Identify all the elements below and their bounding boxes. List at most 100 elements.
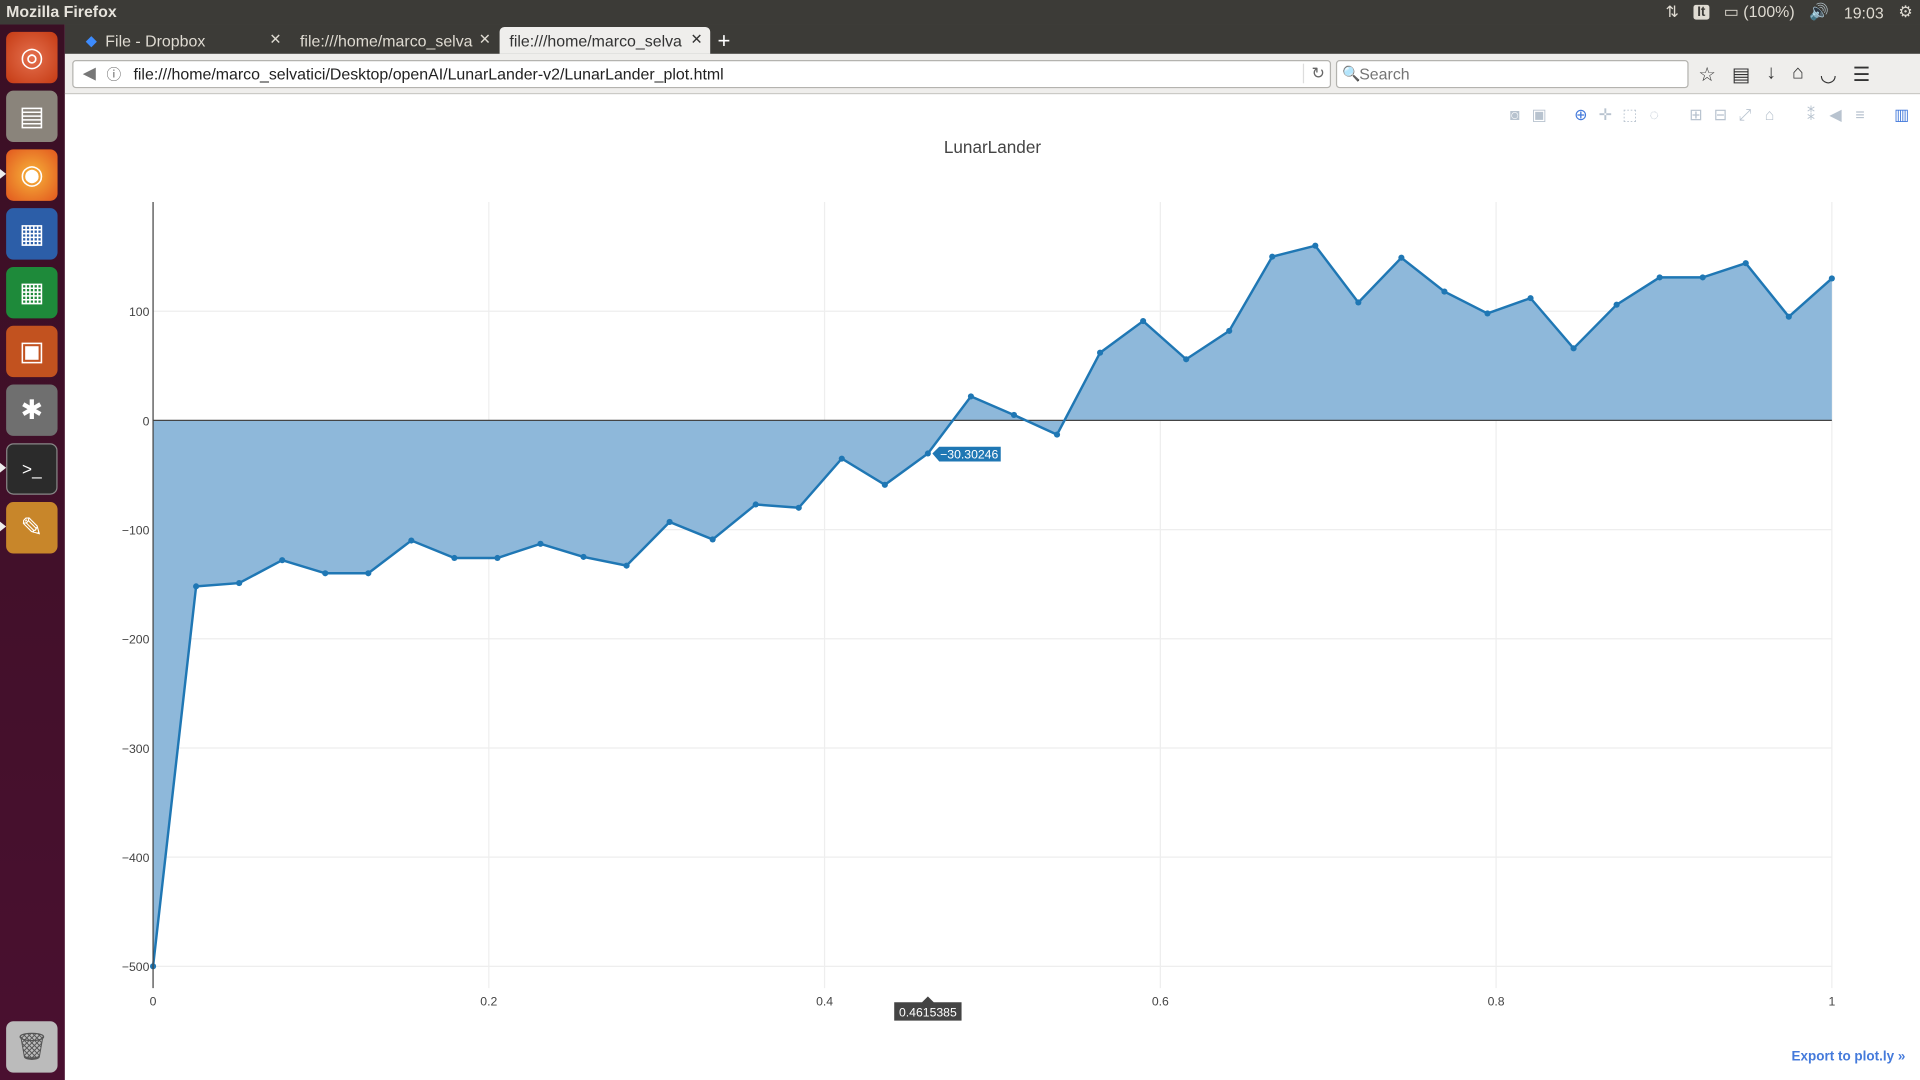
files-icon[interactable]: ▤ <box>6 90 58 143</box>
data-point <box>1613 301 1620 308</box>
y-tick-label: −500 <box>122 960 150 974</box>
tab-dropbox[interactable]: ◆ File - Dropbox ✕ <box>81 27 289 54</box>
data-point <box>1699 274 1706 281</box>
x-tick-label: 0.2 <box>480 994 497 1008</box>
data-point <box>279 557 286 564</box>
clock[interactable]: 19:03 <box>1844 3 1884 21</box>
hover-x-text: 0.4615385 <box>899 1005 957 1019</box>
grid <box>153 202 1833 989</box>
trash-icon[interactable]: 🗑 <box>6 1021 58 1073</box>
data-point <box>1441 288 1448 295</box>
x-tick-label: 1 <box>1828 994 1835 1008</box>
data-point <box>795 504 802 511</box>
reading-list-icon[interactable]: ▤ <box>1732 62 1751 86</box>
menu-icon[interactable]: ☰ <box>1853 62 1871 86</box>
data-point <box>1398 254 1405 261</box>
x-tick-label: 0.4 <box>816 994 833 1008</box>
export-to-plotly-link[interactable]: Export to plot.ly » <box>1792 1049 1906 1064</box>
data-point <box>537 540 544 547</box>
data-point <box>451 554 458 562</box>
x-axis: 0 0.2 0.4 0.6 0.8 1 <box>150 994 1836 1008</box>
volume-icon[interactable]: 🔊 <box>1809 2 1829 22</box>
search-input[interactable] <box>1359 63 1678 85</box>
home-icon[interactable]: ⌂ <box>1792 62 1804 86</box>
new-tab-button[interactable]: + <box>718 28 731 54</box>
keyboard-layout-indicator[interactable]: It <box>1693 4 1710 20</box>
data-point <box>881 481 888 488</box>
calc-icon[interactable]: ▦ <box>6 266 58 319</box>
data-point <box>322 570 329 577</box>
impress-icon[interactable]: ▣ <box>6 325 58 378</box>
bookmark-star-icon[interactable]: ☆ <box>1698 62 1716 86</box>
area-fill <box>153 245 1832 967</box>
reload-icon[interactable]: ↻ <box>1302 63 1325 84</box>
system-settings-icon[interactable]: ✱ <box>6 384 58 436</box>
data-point <box>1053 431 1061 438</box>
tab-bar: ◆ File - Dropbox ✕ file:///home/marco_se… <box>64 24 1920 54</box>
data-point <box>236 580 243 587</box>
tab-file-2[interactable]: file:///home/marco_selva ✕ <box>499 26 711 54</box>
network-icon[interactable]: ⇅ <box>1665 2 1678 22</box>
hover-x-label: 0.4615385 <box>892 994 963 1022</box>
dropbox-icon: ◆ <box>85 31 98 49</box>
data-point <box>1226 327 1233 334</box>
chart-area[interactable]: 0 0.2 0.4 0.6 0.8 1 −500−400−300−200−1000100 … <box>65 94 1920 1025</box>
y-tick-label: −300 <box>122 742 150 756</box>
back-arrow-icon[interactable]: ◀ <box>77 62 101 85</box>
data-point <box>1527 295 1534 302</box>
data-point <box>1140 317 1147 325</box>
tab-label: file:///home/marco_selva <box>509 31 682 50</box>
data-point <box>1656 274 1663 281</box>
tab-label: file:///home/marco_selva <box>300 31 473 50</box>
y-tick-label: 0 <box>143 414 150 428</box>
data-point <box>193 583 200 590</box>
system-top-bar: Mozilla Firefox ⇅ It ▭ (100%) 🔊 19:03 ⚙ <box>0 0 1920 25</box>
window-title: Mozilla Firefox <box>6 2 117 21</box>
data-point <box>709 536 716 543</box>
downloads-icon[interactable]: ↓ <box>1766 62 1776 86</box>
data-point <box>1010 411 1018 419</box>
ubuntu-dash-icon[interactable]: ◎ <box>6 31 58 84</box>
y-tick-label: −100 <box>122 523 150 537</box>
data-point <box>924 450 931 457</box>
writer-icon[interactable]: ▦ <box>6 208 58 260</box>
unity-launcher: ◎ ▤ ◉ ▦ ▦ ▣ ✱ >_ ✎ 🗑 <box>0 24 65 1080</box>
data-point <box>1484 310 1491 317</box>
navigation-bar: ◀ ⓘ file:///home/marco_selvatici/Desktop… <box>64 53 1920 95</box>
battery-icon: ▭ <box>1723 2 1739 21</box>
data-point <box>1742 260 1749 267</box>
tab-label: File - Dropbox <box>105 31 206 50</box>
data-point <box>1570 345 1577 352</box>
data-point <box>408 537 415 544</box>
battery-indicator[interactable]: ▭ (100%) <box>1724 2 1795 22</box>
data-point <box>1785 313 1792 320</box>
search-icon: 🔍 <box>1342 64 1361 83</box>
firefox-icon[interactable]: ◉ <box>6 149 58 201</box>
y-tick-label: 100 <box>129 305 150 319</box>
url-bar[interactable]: ◀ ⓘ file:///home/marco_selvatici/Desktop… <box>72 60 1332 89</box>
data-point <box>623 562 630 569</box>
search-box[interactable]: 🔍 <box>1335 60 1689 89</box>
y-axis: −500 −400 −300 −200 −100 0 100 <box>122 202 154 989</box>
info-icon[interactable]: ⓘ <box>107 64 122 85</box>
close-icon[interactable]: ✕ <box>269 31 281 48</box>
data-point <box>666 518 673 526</box>
url-text[interactable]: file:///home/marco_selvatici/Desktop/ope… <box>133 65 723 83</box>
text-editor-icon[interactable]: ✎ <box>6 502 58 554</box>
gear-icon[interactable]: ⚙ <box>1898 2 1912 22</box>
tab-file-1[interactable]: file:///home/marco_selva ✕ <box>290 27 498 54</box>
data-point <box>1828 275 1835 282</box>
close-icon[interactable]: ✕ <box>479 31 491 48</box>
hover-value-text: −30.30246 <box>940 447 998 461</box>
data-point <box>1183 356 1190 363</box>
terminal-icon[interactable]: >_ <box>6 443 58 495</box>
pocket-icon[interactable]: ◡ <box>1820 62 1837 86</box>
data-point <box>838 455 845 462</box>
data-point <box>752 501 759 508</box>
data-point <box>1269 253 1276 260</box>
x-tick-label: 0 <box>150 994 157 1008</box>
close-icon[interactable]: ✕ <box>691 31 703 48</box>
data-point <box>1097 349 1104 356</box>
hover-value-label: −30.30246 <box>930 445 1002 463</box>
data-point <box>967 393 974 400</box>
